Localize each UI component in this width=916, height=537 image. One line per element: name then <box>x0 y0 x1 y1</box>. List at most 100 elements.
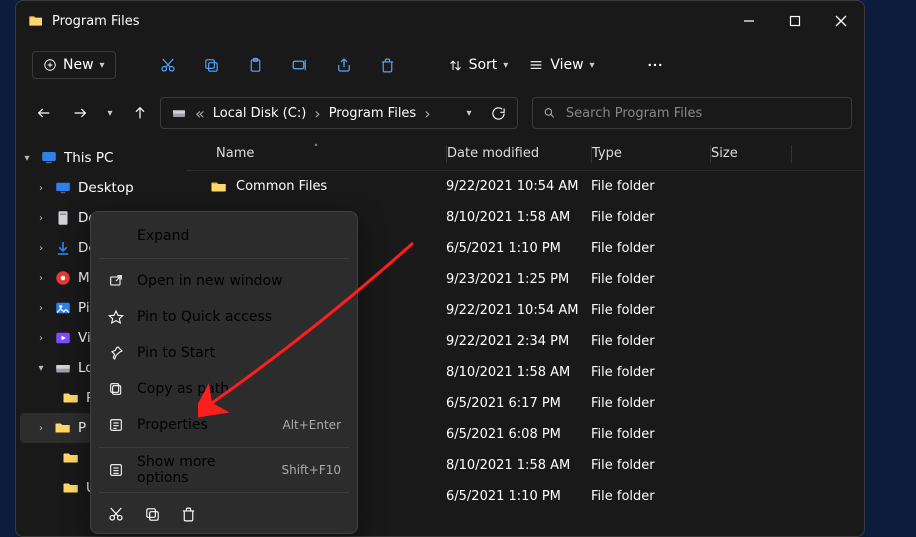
file-name: Common Files <box>236 179 327 194</box>
file-type: File folder <box>591 365 710 380</box>
pc-icon <box>40 149 58 167</box>
downloads-icon <box>54 239 72 257</box>
title-bar: Program Files <box>16 1 864 41</box>
file-date: 9/22/2021 10:54 AM <box>446 303 591 318</box>
view-button[interactable]: View ▾ <box>520 57 602 73</box>
forward-button[interactable] <box>64 97 96 129</box>
pictures-icon <box>54 299 72 317</box>
file-type: File folder <box>591 179 710 194</box>
accel: Alt+Enter <box>282 418 341 432</box>
chevron-down-icon: ▾ <box>590 60 595 71</box>
up-button[interactable] <box>124 97 156 129</box>
close-button[interactable] <box>818 1 864 41</box>
file-type: File folder <box>591 210 710 225</box>
drive-icon <box>165 105 193 121</box>
new-label: New <box>63 57 94 73</box>
maximize-button[interactable] <box>772 1 818 41</box>
folder-icon <box>62 389 80 407</box>
open-new-window-icon <box>107 272 125 290</box>
address-bar[interactable]: « Local Disk (C:) › Program Files › ▾ <box>160 97 518 129</box>
ctx-copy-button[interactable] <box>141 503 163 525</box>
cut-button[interactable] <box>148 47 188 83</box>
tree-this-pc[interactable]: ▾This PC <box>20 143 182 173</box>
more-icon <box>107 461 125 479</box>
file-date: 6/5/2021 6:08 PM <box>446 427 591 442</box>
command-bar: New ▾ Sort ▾ View ▾ <box>16 41 864 89</box>
file-type: File folder <box>591 334 710 349</box>
col-type[interactable]: Type <box>592 146 710 161</box>
file-date: 6/5/2021 1:10 PM <box>446 489 591 504</box>
column-headers: Name˄ Date modified Type Size <box>186 137 864 171</box>
col-date[interactable]: Date modified <box>447 146 591 161</box>
file-date: 9/22/2021 10:54 AM <box>446 179 591 194</box>
file-row[interactable]: Common Files 9/22/2021 10:54 AMFile folde… <box>186 171 864 202</box>
search-input[interactable] <box>566 106 841 121</box>
folder-icon <box>210 178 228 196</box>
address-drop[interactable]: ▾ <box>455 108 483 119</box>
breadcrumb-folder[interactable]: Program Files <box>323 106 423 121</box>
file-date: 8/10/2021 1:58 AM <box>446 365 591 380</box>
pin-icon <box>107 344 125 362</box>
search-icon <box>543 106 556 120</box>
file-date: 8/10/2021 1:58 AM <box>446 458 591 473</box>
refresh-button[interactable] <box>483 106 513 121</box>
file-type: File folder <box>591 396 710 411</box>
share-button[interactable] <box>324 47 364 83</box>
caption-buttons <box>726 1 864 41</box>
sort-asc-icon: ˄ <box>314 144 319 154</box>
folder-icon <box>62 449 80 467</box>
folder-icon <box>54 419 72 437</box>
more-button[interactable] <box>635 47 675 83</box>
properties-icon <box>107 416 125 434</box>
documents-icon <box>54 209 72 227</box>
ctx-copy-path[interactable]: Copy as path <box>97 371 351 407</box>
paste-button[interactable] <box>236 47 276 83</box>
file-date: 6/5/2021 6:17 PM <box>446 396 591 411</box>
col-name[interactable]: Name˄ <box>186 146 446 161</box>
sort-icon <box>448 58 463 73</box>
file-date: 6/5/2021 1:10 PM <box>446 241 591 256</box>
ctx-expand[interactable]: Expand <box>97 218 351 254</box>
ctx-pin-start[interactable]: Pin to Start <box>97 335 351 371</box>
search-box[interactable] <box>532 97 852 129</box>
breadcrumb-drive[interactable]: Local Disk (C:) <box>207 106 312 121</box>
ctx-properties[interactable]: Properties Alt+Enter <box>97 407 351 443</box>
breadcrumb-chevron[interactable]: › <box>422 104 432 123</box>
file-date: 8/10/2021 1:58 AM <box>446 210 591 225</box>
sort-label: Sort <box>469 57 498 73</box>
file-date: 9/23/2021 1:25 PM <box>446 272 591 287</box>
ctx-cut-button[interactable] <box>105 503 127 525</box>
ctx-open-new-window[interactable]: Open in new window <box>97 263 351 299</box>
delete-button[interactable] <box>368 47 408 83</box>
new-button[interactable]: New ▾ <box>32 51 116 79</box>
rename-button[interactable] <box>280 47 320 83</box>
file-type: File folder <box>591 489 710 504</box>
recent-dropdown[interactable]: ▾ <box>100 97 120 129</box>
breadcrumb-chevron[interactable]: « <box>193 104 207 123</box>
file-type: File folder <box>591 458 710 473</box>
videos-icon <box>54 329 72 347</box>
tree-desktop[interactable]: ›Desktop <box>20 173 182 203</box>
plus-circle-icon <box>43 58 57 72</box>
col-size[interactable]: Size <box>711 146 791 161</box>
folder-icon <box>28 13 44 29</box>
view-label: View <box>550 57 583 73</box>
folder-icon <box>62 479 80 497</box>
ctx-show-more[interactable]: Show more options Shift+F10 <box>97 452 351 488</box>
chevron-down-icon: ▾ <box>100 60 105 71</box>
star-icon <box>107 308 125 326</box>
back-button[interactable] <box>28 97 60 129</box>
file-date: 9/22/2021 2:34 PM <box>446 334 591 349</box>
file-type: File folder <box>591 272 710 287</box>
file-type: File folder <box>591 303 710 318</box>
desktop-icon <box>54 179 72 197</box>
window-title: Program Files <box>52 14 726 29</box>
file-type: File folder <box>591 427 710 442</box>
view-icon <box>528 57 544 73</box>
breadcrumb-chevron[interactable]: › <box>312 104 322 123</box>
sort-button[interactable]: Sort ▾ <box>440 57 517 73</box>
minimize-button[interactable] <box>726 1 772 41</box>
ctx-delete-button[interactable] <box>177 503 199 525</box>
copy-button[interactable] <box>192 47 232 83</box>
ctx-pin-quick-access[interactable]: Pin to Quick access <box>97 299 351 335</box>
